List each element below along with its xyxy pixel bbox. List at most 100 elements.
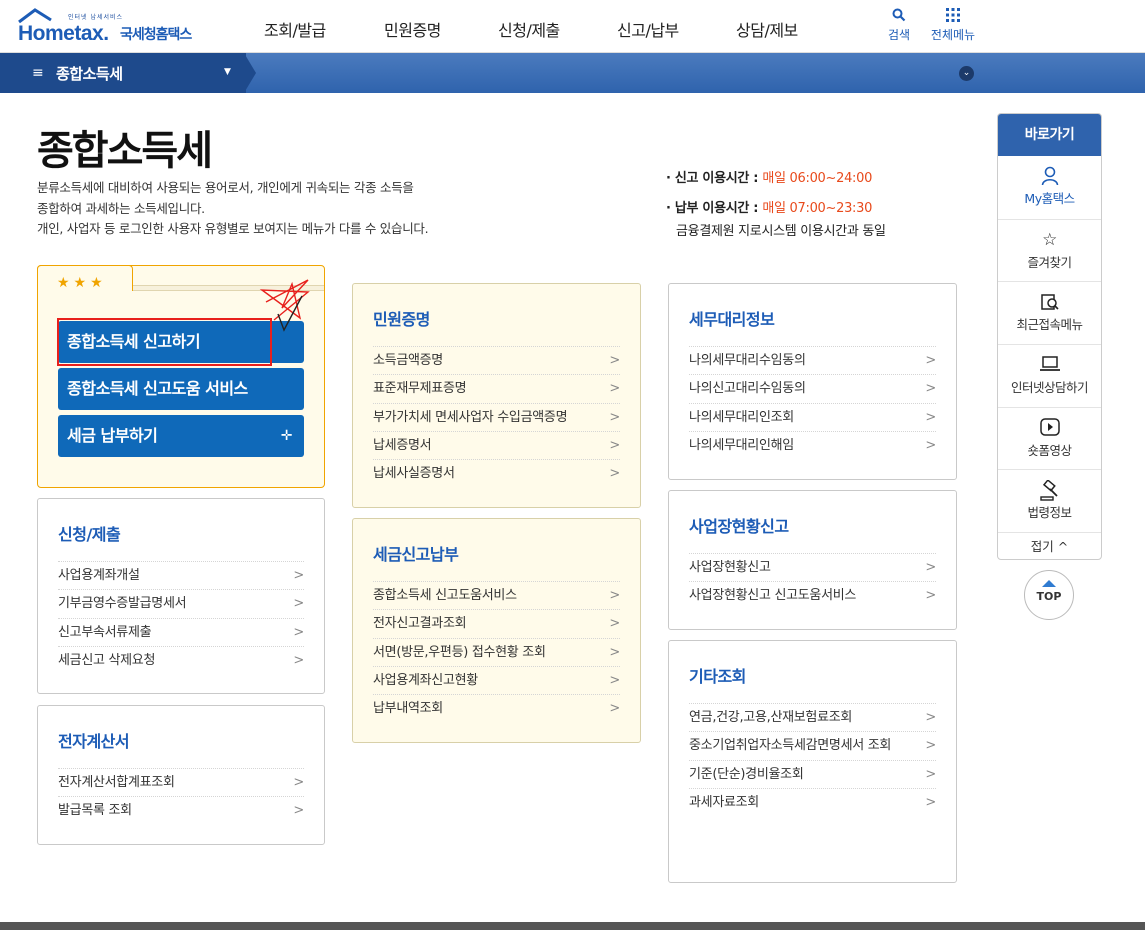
all-menu-button[interactable]: 전체메뉴 bbox=[927, 8, 979, 43]
hamburger-icon: ≡ bbox=[32, 65, 44, 81]
chevron-right-icon: > bbox=[609, 466, 620, 482]
list-item[interactable]: 발급목록 조회 > bbox=[58, 796, 304, 824]
list-item[interactable]: 나의신고대리수임동의 > bbox=[689, 374, 936, 402]
arrow-up-icon bbox=[1042, 580, 1056, 587]
quick-my-hometax[interactable]: My홈택스 bbox=[998, 156, 1101, 219]
star-scribble-annotation bbox=[259, 279, 310, 332]
chevron-right-icon: > bbox=[293, 596, 304, 612]
chevron-right-icon: > bbox=[293, 568, 304, 583]
chevron-right-icon: > bbox=[609, 409, 620, 425]
pay-hours-value: 매일 07:00~23:30 bbox=[762, 201, 873, 216]
list-item[interactable]: 사업장현황신고 신고도움서비스 > bbox=[689, 581, 936, 609]
list-item[interactable]: 기부금영수증발급명세서 > bbox=[58, 589, 304, 617]
nav-apply[interactable]: 신청/제출 bbox=[498, 17, 560, 41]
recent-icon bbox=[998, 292, 1101, 314]
list-item[interactable]: 납세증명서 > bbox=[373, 430, 620, 459]
plus-icon: ✛ bbox=[280, 428, 293, 444]
chevron-right-icon: > bbox=[925, 588, 936, 604]
panel-list: 종합소득세 신고도움서비스 > 전자신고결과조회 > 서면(방문,우편등) 접수현황… bbox=[373, 581, 620, 722]
nav-certificate[interactable]: 민원증명 bbox=[384, 17, 441, 41]
top-button[interactable]: TOP bbox=[1024, 570, 1074, 620]
gavel-icon bbox=[998, 479, 1101, 502]
panel-list: 사업용계좌개설 > 기부금영수증발급명세서 > 신고부속서류제출 > 세금신고 삭제요… bbox=[58, 561, 304, 674]
panel-agent: 세무대리정보 나의세무대리수임동의 > 나의신고대리수임동의 > 나의세무대리인조회… bbox=[668, 283, 957, 480]
grid-icon bbox=[927, 8, 979, 26]
highlight-annotation-box bbox=[57, 318, 272, 366]
logo-subtitle: 인터넷 납세서비스 bbox=[68, 14, 124, 21]
chevron-right-icon: > bbox=[609, 701, 620, 717]
pay-hours-label: · 납부 이용시간 : bbox=[666, 201, 763, 216]
chevron-right-icon: > bbox=[925, 437, 936, 453]
list-item[interactable]: 표준재무제표증명 > bbox=[373, 374, 620, 402]
list-item[interactable]: 나의세무대리인해임 > bbox=[689, 430, 936, 459]
chevron-right-icon: > bbox=[925, 738, 936, 754]
sub-navigation-bar: ≡ 종합소득세 ▼ ⌄ bbox=[0, 53, 1145, 93]
nav-inquiry[interactable]: 조회/발급 bbox=[264, 17, 326, 41]
chevron-right-icon: > bbox=[293, 775, 304, 790]
report-hours-label: · 신고 이용시간 : bbox=[666, 171, 763, 186]
all-menu-label: 전체메뉴 bbox=[930, 28, 976, 42]
list-item[interactable]: 신고부속서류제출 > bbox=[58, 617, 304, 646]
list-item[interactable]: 사업장현황신고 > bbox=[689, 553, 936, 581]
chevron-right-icon: > bbox=[609, 616, 620, 632]
list-item[interactable]: 사업용계좌신고현황 > bbox=[373, 665, 620, 694]
top-label: TOP bbox=[1036, 590, 1062, 603]
panel-title: 기타조회 bbox=[689, 667, 746, 686]
logo-brand: Hometax. bbox=[18, 22, 109, 45]
list-item[interactable]: 사업용계좌개설 > bbox=[58, 561, 304, 589]
play-icon bbox=[998, 418, 1101, 440]
hometax-logo[interactable]: 인터넷 납세서비스 Hometax. 국세청홈택스 bbox=[16, 8, 206, 46]
list-item[interactable]: 과세자료조회 > bbox=[689, 787, 936, 816]
panel-list: 소득금액증명 > 표준재무제표증명 > 부가가치세 면세사업자 수입금액증명 > 납세… bbox=[373, 346, 620, 487]
laptop-icon bbox=[998, 355, 1101, 377]
chevron-right-icon: > bbox=[925, 794, 936, 810]
search-button[interactable]: 검색 bbox=[874, 8, 924, 43]
panel-einvoice: 전자계산서 전자계산서합계표조회 > 발급목록 조회 > bbox=[37, 705, 325, 845]
chevron-right-icon: > bbox=[925, 560, 936, 575]
panel-etc: 기타조회 연금,건강,고용,산재보험료조회 > 중소기업취업자소득세감면명세서 조… bbox=[668, 640, 957, 883]
panel-certificate: 민원증명 소득금액증명 > 표준재무제표증명 > 부가가치세 면세사업자 수입금액증… bbox=[352, 283, 641, 508]
chevron-right-icon: > bbox=[293, 652, 304, 668]
list-item[interactable]: 납부내역조회 > bbox=[373, 694, 620, 722]
list-item[interactable]: 나의세무대리인조회 > bbox=[689, 402, 936, 431]
list-item[interactable]: 소득금액증명 > bbox=[373, 346, 620, 374]
quick-fold-button[interactable]: 접기 ^ bbox=[998, 532, 1101, 559]
panel-title: 세금신고납부 bbox=[373, 545, 459, 564]
panel-list: 나의세무대리수임동의 > 나의신고대리수임동의 > 나의세무대리인조회 > 나의세무대… bbox=[689, 346, 936, 459]
list-item[interactable]: 서면(방문,우편등) 접수현황 조회 > bbox=[373, 637, 620, 666]
list-item[interactable]: 부가가치세 면세사업자 수입금액증명 > bbox=[373, 402, 620, 431]
page-description: 분류소득세에 대비하여 사용되는 용어로서, 개인에게 귀속되는 각종 소득을 … bbox=[37, 178, 637, 240]
header: 인터넷 납세서비스 Hometax. 국세청홈택스 조회/발급 민원증명 신청/… bbox=[0, 0, 1145, 53]
list-item[interactable]: 연금,건강,고용,산재보험료조회 > bbox=[689, 703, 936, 731]
description-line: 개인, 사업자 등 로그인한 사용자 유형별로 보여지는 메뉴가 다를 수 있습… bbox=[37, 221, 429, 236]
quick-online-consult[interactable]: 인터넷상담하기 bbox=[998, 344, 1101, 407]
report-help-service-button[interactable]: 종합소득세 신고도움 서비스 bbox=[58, 368, 304, 410]
quick-law-info[interactable]: 법령정보 bbox=[998, 469, 1101, 532]
quick-recent-menu[interactable]: 최근접속메뉴 bbox=[998, 281, 1101, 344]
tax-payment-button[interactable]: 세금 납부하기 ✛ bbox=[58, 415, 304, 457]
panel-list: 전자계산서합계표조회 > 발급목록 조회 > bbox=[58, 768, 304, 825]
quick-short-video[interactable]: 숏폼영상 bbox=[998, 406, 1101, 470]
chevron-right-icon: > bbox=[609, 437, 620, 453]
list-item[interactable]: 종합소득세 신고도움서비스 > bbox=[373, 581, 620, 609]
panel-list: 연금,건강,고용,산재보험료조회 > 중소기업취업자소득세감면명세서 조회 > 기준… bbox=[689, 703, 936, 816]
chevron-down-circle-icon[interactable]: ⌄ bbox=[959, 66, 974, 81]
quick-favorites[interactable]: ☆ 즐겨찾기 bbox=[998, 218, 1101, 282]
list-item[interactable]: 나의세무대리수임동의 > bbox=[689, 346, 936, 374]
description-line: 분류소득세에 대비하여 사용되는 용어로서, 개인에게 귀속되는 각종 소득을 bbox=[37, 180, 414, 195]
nav-consult[interactable]: 상담/제보 bbox=[736, 17, 798, 41]
chevron-right-icon: > bbox=[609, 672, 620, 688]
list-item[interactable]: 전자신고결과조회 > bbox=[373, 609, 620, 637]
list-item[interactable]: 전자계산서합계표조회 > bbox=[58, 768, 304, 796]
list-item[interactable]: 납세사실증명서 > bbox=[373, 459, 620, 487]
list-item[interactable]: 기준(단순)경비율조회 > bbox=[689, 759, 936, 788]
chevron-right-icon: > bbox=[609, 353, 620, 368]
list-item[interactable]: 세금신고 삭제요청 > bbox=[58, 645, 304, 674]
list-item[interactable]: 중소기업취업자소득세감면명세서 조회 > bbox=[689, 731, 936, 759]
sub-menu-title[interactable]: 종합소득세 bbox=[56, 63, 123, 84]
caret-down-icon[interactable]: ▼ bbox=[224, 67, 231, 77]
nav-report-pay[interactable]: 신고/납부 bbox=[617, 17, 679, 41]
panel-title: 신청/제출 bbox=[58, 525, 121, 544]
chevron-right-icon: > bbox=[293, 624, 304, 640]
logo-korean: 국세청홈택스 bbox=[120, 27, 192, 43]
